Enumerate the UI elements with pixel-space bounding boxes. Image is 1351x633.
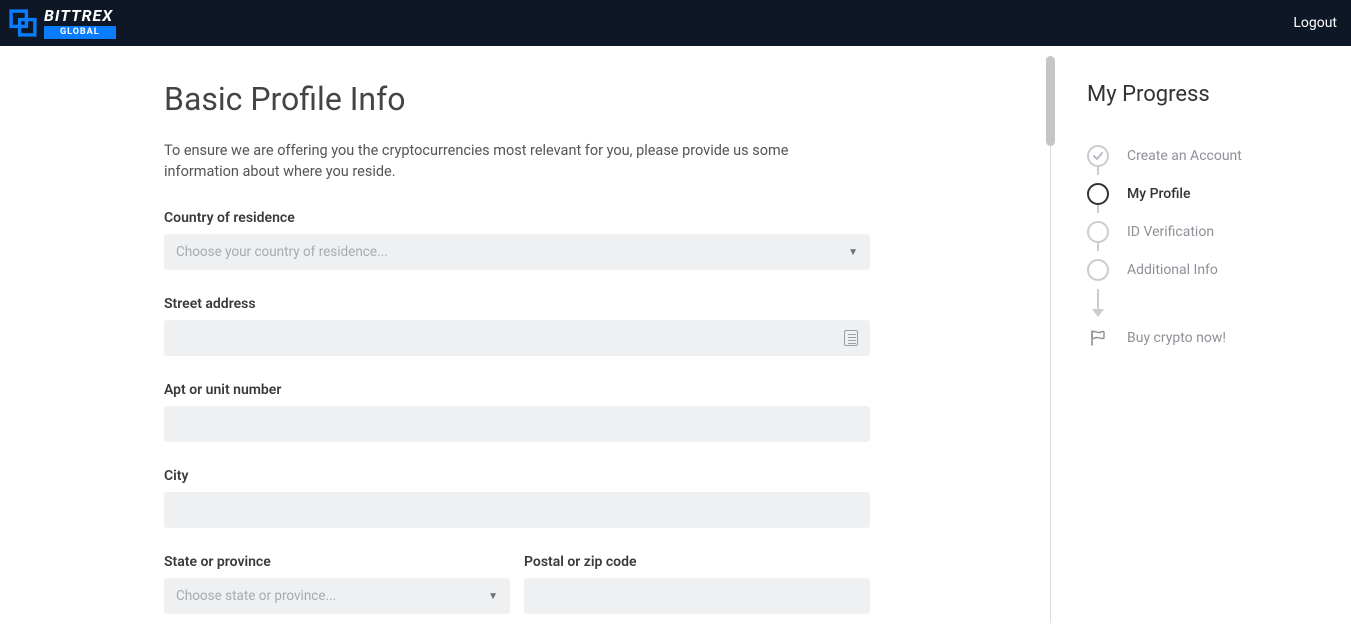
step-label: My Profile	[1127, 186, 1190, 202]
address-card-icon	[844, 330, 858, 346]
field-country: Country of residence Choose your country…	[164, 210, 990, 270]
country-select[interactable]: Choose your country of residence... ▼	[164, 234, 870, 270]
postal-input[interactable]	[524, 578, 870, 614]
step-buy-crypto: Buy crypto now!	[1087, 327, 1331, 349]
progress-title: My Progress	[1087, 82, 1331, 107]
state-placeholder: Choose state or province...	[176, 588, 336, 604]
state-select[interactable]: Choose state or province... ▼	[164, 578, 510, 614]
step-create-account: Create an Account	[1087, 137, 1331, 175]
chevron-down-icon: ▼	[848, 247, 858, 258]
step-id-verification: ID Verification	[1087, 213, 1331, 251]
state-label: State or province	[164, 554, 510, 570]
brand-sub-text: GLOBAL	[44, 26, 116, 39]
main-panel: Basic Profile Info To ensure we are offe…	[0, 46, 1050, 633]
country-placeholder: Choose your country of residence...	[176, 244, 388, 260]
city-label: City	[164, 468, 990, 484]
postal-label: Postal or zip code	[524, 554, 870, 570]
progress-steps: Create an Account My Profile ID Verifica…	[1087, 137, 1331, 289]
field-city: City	[164, 468, 990, 528]
step-label: Create an Account	[1127, 148, 1242, 164]
bittrex-logo-icon	[6, 6, 40, 40]
step-additional-info: Additional Info	[1087, 251, 1331, 289]
field-apt: Apt or unit number	[164, 382, 990, 442]
chevron-down-icon: ▼	[488, 591, 498, 602]
page-intro: To ensure we are offering you the crypto…	[164, 140, 864, 182]
final-step-label: Buy crypto now!	[1127, 330, 1226, 346]
brand-text: BITTREX GLOBAL	[44, 8, 116, 39]
logout-link[interactable]: Logout	[1293, 15, 1337, 31]
circle-icon	[1087, 221, 1109, 243]
flag-icon	[1087, 327, 1109, 349]
circle-icon	[1087, 259, 1109, 281]
country-label: Country of residence	[164, 210, 990, 226]
brand-logo[interactable]: BITTREX GLOBAL	[6, 6, 116, 40]
field-state-postal: State or province Choose state or provin…	[164, 554, 870, 614]
street-label: Street address	[164, 296, 990, 312]
field-street: Street address	[164, 296, 990, 356]
page-title: Basic Profile Info	[164, 80, 990, 118]
brand-main-text: BITTREX	[44, 8, 113, 24]
progress-sidebar: My Progress Create an Account My Profile…	[1051, 46, 1351, 633]
step-label: Additional Info	[1127, 262, 1218, 278]
circle-icon	[1087, 183, 1109, 205]
city-input[interactable]	[164, 492, 870, 528]
apt-label: Apt or unit number	[164, 382, 990, 398]
apt-input[interactable]	[164, 406, 870, 442]
street-input[interactable]	[164, 320, 870, 356]
app-header: BITTREX GLOBAL Logout	[0, 0, 1351, 46]
step-my-profile: My Profile	[1087, 175, 1331, 213]
vertical-divider	[1050, 56, 1051, 623]
arrow-down-icon	[1097, 289, 1331, 321]
check-circle-icon	[1087, 145, 1109, 167]
step-label: ID Verification	[1127, 224, 1214, 240]
